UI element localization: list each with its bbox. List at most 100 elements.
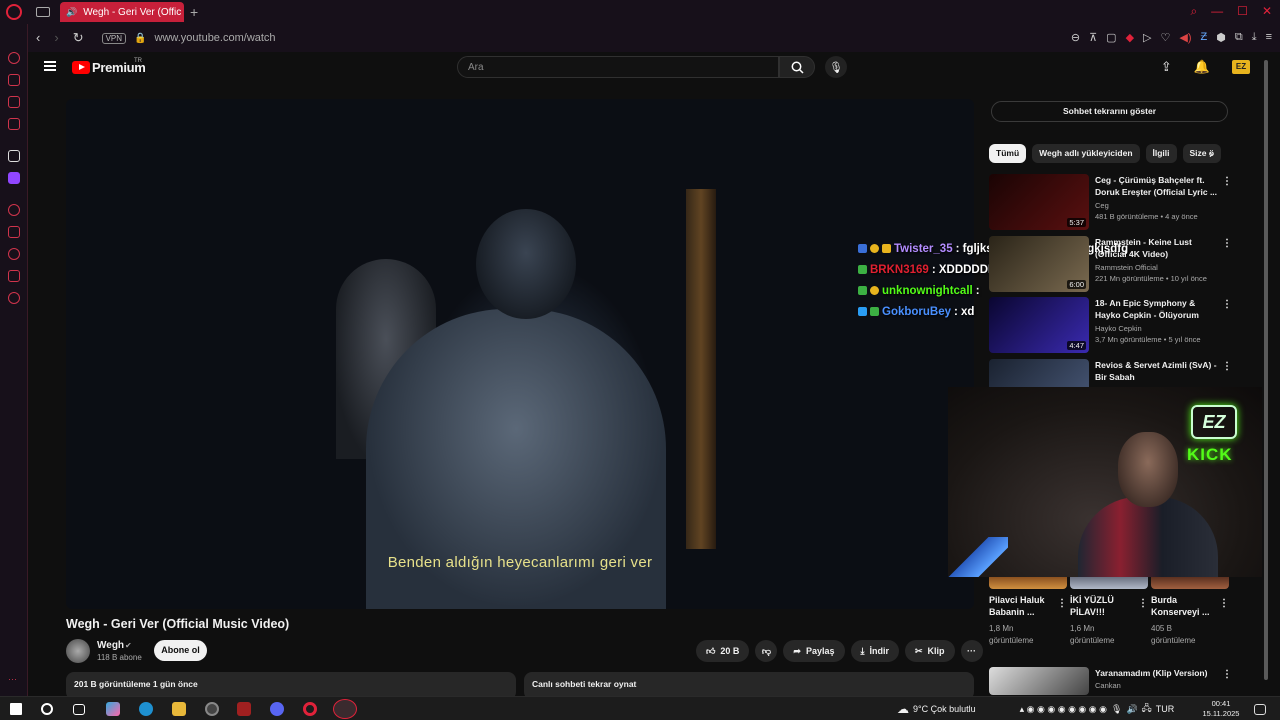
chip-related[interactable]: İlgili [1145, 144, 1177, 163]
notifications-icon[interactable]: 🔔 [1194, 59, 1210, 75]
channel-avatar[interactable] [66, 639, 90, 663]
vpn-badge[interactable]: VPN [101, 32, 127, 44]
opera-menu-icon[interactable] [6, 4, 22, 20]
opera-gx-icon[interactable] [333, 699, 357, 719]
clip-button[interactable]: ✂ Klip [904, 640, 955, 662]
discord-icon[interactable] [270, 702, 284, 716]
weather-text[interactable]: 9°C Çok bulutlu [913, 704, 976, 714]
subscribe-button[interactable]: Abone ol [154, 640, 207, 661]
tab-islands-icon[interactable] [36, 7, 50, 17]
more-options-icon[interactable]: ⋮ [1057, 598, 1067, 609]
shorts-thumbnail[interactable] [989, 577, 1067, 589]
voicemeeter-icon[interactable] [237, 702, 251, 716]
extensions-puzzle-icon[interactable]: ⧉ [1235, 31, 1243, 44]
microphone-icon[interactable]: 🎙 [1111, 704, 1122, 715]
hamburger-menu-icon[interactable] [44, 61, 56, 71]
clock[interactable]: 00:41 15.11.2025 [1200, 699, 1242, 719]
menu-icon[interactable]: ≡ [1266, 31, 1272, 44]
search-input[interactable]: Ara [457, 56, 779, 78]
recommendation-item[interactable]: 4:47 18- An Epic Symphony & Hayko Cepkin… [989, 297, 1232, 355]
download-button[interactable]: ⤓ İndir [850, 640, 899, 662]
network-icon[interactable]: 🖧 [1142, 701, 1152, 717]
forward-icon[interactable]: › [54, 30, 58, 46]
chat-replay-bar[interactable]: Canlı sohbeti tekrar oynat [524, 672, 974, 696]
more-actions-button[interactable]: ··· [960, 640, 983, 662]
shorts-item[interactable]: Burda Konserveyi ... 405 B görüntüleme ⋮ [1151, 577, 1229, 645]
edge-icon[interactable] [139, 702, 153, 716]
tray-icons[interactable]: ▴ ◉ ◉ ◉ ◉ ◉ ◉ ◉ ◉ [1020, 704, 1107, 715]
recommendation-channel[interactable]: Hayko Cepkin [1095, 324, 1142, 333]
like-button[interactable]: 👍︎ 20 B [696, 640, 750, 662]
extensions-icon[interactable]: ⬢ [1216, 31, 1226, 44]
weather-icon[interactable]: ☁ [897, 702, 909, 716]
new-tab-button[interactable]: + [190, 4, 198, 20]
url-field[interactable]: www.youtube.com/watch [155, 32, 276, 44]
aria-icon[interactable] [8, 52, 20, 64]
more-options-icon[interactable]: ⋮ [1222, 238, 1232, 249]
voice-search-button[interactable]: 🎙 [825, 56, 847, 78]
chip-all[interactable]: Tümü [989, 144, 1027, 163]
shorts-title[interactable]: Pilavci Haluk Babanin ... [989, 594, 1053, 618]
windows-start-icon[interactable] [10, 703, 22, 715]
shorts-thumbnail[interactable] [1151, 577, 1229, 589]
notification-icon[interactable] [1254, 704, 1266, 715]
messenger-icon[interactable] [8, 96, 20, 108]
recommendation-item[interactable]: 5:37 Ceg - Çürümüş Bahçeler ft. Doruk Er… [989, 174, 1232, 232]
snapshot-icon[interactable]: ▢ [1106, 31, 1116, 44]
upload-icon[interactable]: ⇪ [1161, 59, 1172, 75]
recommendation-title[interactable]: Rammstein - Keine Lust (Official 4K Vide… [1095, 237, 1221, 260]
search-button[interactable] [779, 56, 815, 78]
tiktok-icon[interactable] [8, 150, 20, 162]
chip-uploader[interactable]: Wegh adlı yükleyiciden [1032, 144, 1140, 163]
scrollbar-thumb[interactable] [1264, 60, 1268, 680]
dislike-button[interactable]: 👎︎ [755, 640, 778, 662]
recommendation-channel[interactable]: Cankan [1095, 681, 1121, 690]
task-view-icon[interactable] [73, 704, 85, 715]
search-tabs-icon[interactable]: ⌕ [1190, 4, 1197, 19]
more-options-icon[interactable]: ⋮ [1138, 598, 1148, 609]
file-explorer-icon[interactable] [172, 702, 186, 716]
recommendation-title[interactable]: Ceg - Çürümüş Bahçeler ft. Doruk Ereşter… [1095, 175, 1221, 198]
more-options-icon[interactable]: ⋮ [1222, 361, 1232, 372]
twitch-icon[interactable] [8, 172, 20, 184]
recommendation-title[interactable]: Yaranamadım (Klip Version) [1095, 668, 1221, 680]
video-thumbnail[interactable]: 4:47 [989, 297, 1089, 353]
chevron-right-icon[interactable]: › [1209, 147, 1213, 161]
pocket-icon[interactable]: ◆ [1126, 31, 1134, 44]
recommendation-title[interactable]: Revios & Servet Azimli (SvA) - Bir Sabah [1095, 360, 1221, 383]
more-options-icon[interactable]: ⋮ [1222, 176, 1232, 187]
more-options-icon[interactable]: ⋮ [1222, 299, 1232, 310]
youtube-logo-icon[interactable] [72, 61, 90, 74]
volume-icon[interactable]: 🔊 [1126, 704, 1137, 715]
account-avatar[interactable]: EZ [1232, 60, 1250, 74]
chip-for-you[interactable]: Size ö [1182, 144, 1222, 163]
video-thumbnail[interactable] [989, 667, 1089, 695]
recommendation-channel[interactable]: Ceg [1095, 201, 1109, 210]
download-icon[interactable]: ⤓ [1252, 31, 1257, 44]
opera-icon[interactable] [303, 702, 317, 716]
browser-tab-active[interactable]: 🔊 Wegh - Geri Ver (Offic [60, 2, 184, 22]
search-icon[interactable] [41, 703, 53, 715]
chrome-icon[interactable] [205, 702, 219, 716]
video-thumbnail[interactable]: 5:37 [989, 174, 1089, 230]
more-options-icon[interactable]: ⋮ [1222, 669, 1232, 680]
player-icon[interactable] [8, 204, 20, 216]
mail-icon[interactable] [8, 118, 20, 130]
description-box[interactable]: 201 B görüntüleme 1 gün önce [66, 672, 516, 696]
share-button[interactable]: ➦ Paylaş [783, 640, 845, 662]
send-icon[interactable] [8, 270, 20, 282]
video-player[interactable]: Benden aldığın heyecanlarımı geri ver [66, 99, 974, 609]
shorts-title[interactable]: İKİ YÜZLÜ PİLAV!!! [1070, 594, 1134, 618]
recommendation-title[interactable]: 18- An Epic Symphony & Hayko Cepkin - Öl… [1095, 298, 1221, 321]
speaker-icon[interactable]: ◀) [1179, 31, 1191, 44]
copilot-icon[interactable] [106, 702, 120, 716]
video-thumbnail[interactable]: 6:00 [989, 236, 1089, 292]
speaker-icon[interactable]: 🔊 [66, 7, 77, 18]
zoom-icon[interactable]: ⊖ [1071, 31, 1080, 44]
more-options-icon[interactable]: ⋮ [1219, 598, 1229, 609]
history-icon[interactable] [8, 248, 20, 260]
translate-icon[interactable]: Ƶ [1201, 31, 1208, 44]
lock-icon[interactable]: 🔒 [134, 33, 146, 44]
recommendation-channel[interactable]: Rammstein Official [1095, 263, 1158, 272]
recommendation-item[interactable]: Yaranamadım (Klip Version) Cankan ⋮ [989, 667, 1232, 696]
